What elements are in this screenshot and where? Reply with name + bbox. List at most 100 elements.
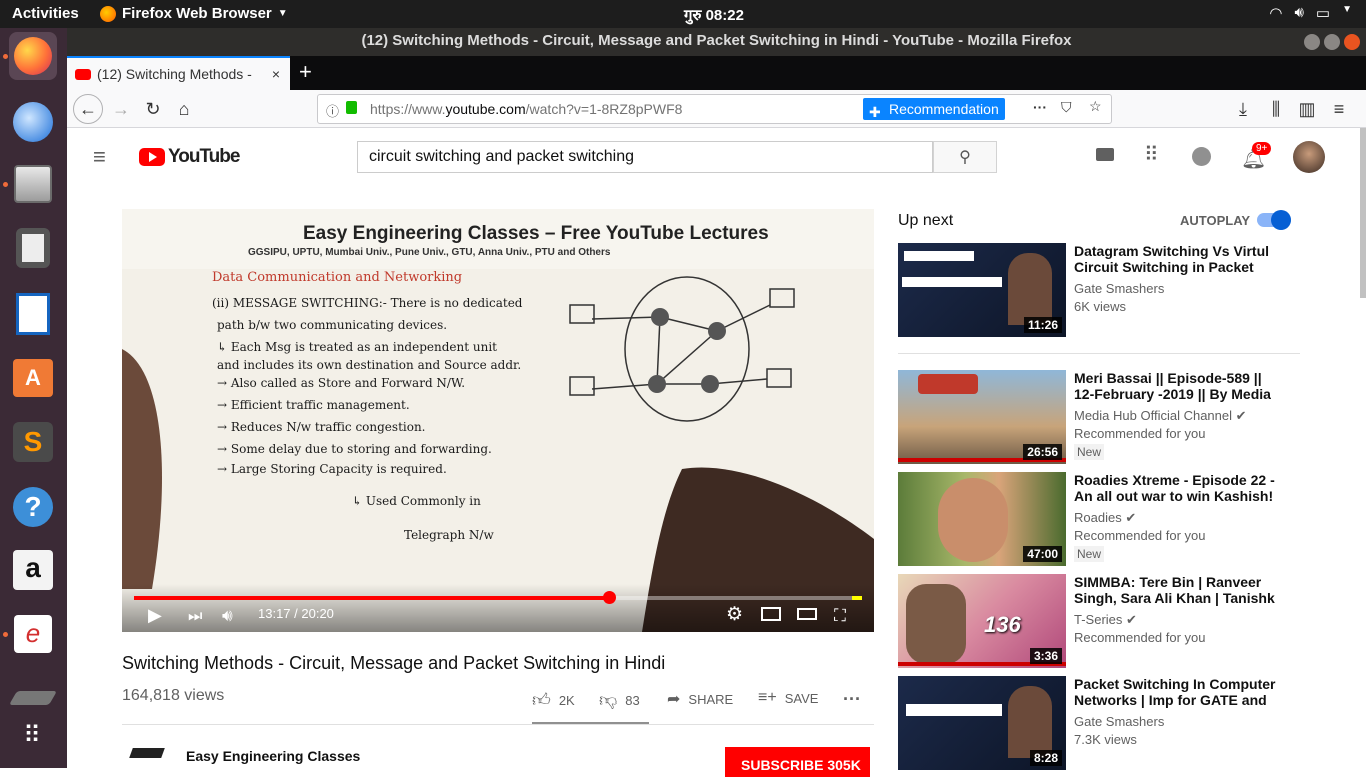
svg-text:Telegraph N/w: Telegraph N/w — [404, 528, 494, 542]
video-thumbnail[interactable]: 11:26 — [898, 243, 1066, 337]
page-actions-icon[interactable]: ··· — [1033, 99, 1047, 115]
rec-title[interactable]: Meri Bassai || Episode-589 || 12-Februar… — [1074, 370, 1284, 402]
dock-firefox[interactable] — [9, 32, 57, 80]
dock-amazon[interactable]: a — [9, 546, 57, 594]
save-button[interactable]: ≡+ SAVE — [758, 689, 818, 707]
hamburger-menu-icon[interactable]: ≡ — [93, 144, 106, 170]
fullscreen-icon[interactable]: ⛶ — [834, 606, 846, 626]
rec-meta: 6K views — [1074, 299, 1127, 314]
miniplayer-icon[interactable] — [761, 607, 781, 621]
show-applications-button[interactable]: ⠿ — [9, 712, 57, 760]
downloads-icon[interactable]: ⤓ — [1229, 95, 1257, 123]
theater-mode-icon[interactable] — [797, 608, 817, 620]
app-menu[interactable]: Firefox Web Browser ▼ — [100, 5, 288, 22]
svg-text:→ Also called as Store and For: → Also called as Store and Forward N/W. — [217, 376, 465, 390]
reload-button[interactable]: ↻ — [139, 95, 167, 123]
dislike-button[interactable]: 👎︎ 83 — [599, 689, 640, 711]
video-duration: 3:36 — [1029, 648, 1062, 664]
new-tab-button[interactable]: + — [299, 59, 312, 85]
next-icon[interactable]: ⏭︎ — [188, 608, 202, 626]
rec-channel[interactable]: Gate Smashers — [1074, 714, 1164, 729]
clock[interactable]: गुरु 08:22 — [684, 5, 744, 25]
activities-button[interactable]: Activities — [12, 5, 79, 22]
close-window-button[interactable] — [1344, 34, 1360, 50]
pocket-icon[interactable]: ⛉ — [1061, 99, 1072, 116]
dock-libreoffice-writer[interactable] — [9, 290, 57, 338]
svg-text:→ Large Storing Capacity is re: → Large Storing Capacity is required. — [217, 462, 447, 476]
rec-meta: Recommended for you — [1074, 630, 1206, 645]
rec-channel[interactable]: Gate Smashers — [1074, 281, 1164, 296]
video-thumbnail[interactable]: 8:28 — [898, 676, 1066, 770]
recommended-video[interactable]: 47:00 Roadies Xtreme - Episode 22 - An a… — [898, 472, 1298, 566]
tab-title: (12) Switching Methods - — [97, 66, 252, 82]
sidebar-icon[interactable]: ▥ — [1293, 95, 1321, 123]
rec-title[interactable]: SIMMBA: Tere Bin | Ranveer Singh, Sara A… — [1074, 574, 1284, 606]
share-button[interactable]: ➦ SHARE — [667, 689, 733, 709]
new-badge: New — [1074, 444, 1105, 460]
library-icon[interactable]: ⫼ — [1262, 95, 1290, 123]
lecture-header-title: Easy Engineering Classes – Free YouTube … — [303, 223, 769, 244]
rec-title[interactable]: Datagram Switching Vs Virtul Circuit Swi… — [1074, 243, 1284, 275]
rec-meta: Recommended for you — [1074, 528, 1206, 543]
apps-grid-icon[interactable]: ⠿ — [1144, 142, 1159, 167]
volume-icon[interactable]: 🔊︎ — [222, 606, 233, 626]
play-icon[interactable]: ▶ — [148, 605, 162, 626]
app-e-icon: e — [14, 615, 52, 653]
wifi-icon: ◠ — [1269, 5, 1283, 22]
recommendation-button[interactable]: ✚ Recommendation — [863, 98, 1005, 120]
settings-gear-icon[interactable]: ⚙ — [726, 603, 743, 626]
rec-channel[interactable]: T-Series ✔ — [1074, 612, 1137, 628]
rec-title[interactable]: Roadies Xtreme - Episode 22 - An all out… — [1074, 472, 1284, 504]
minimize-button[interactable] — [1304, 34, 1320, 50]
playlist-add-icon: ≡+ — [758, 689, 777, 706]
forward-button[interactable]: → — [107, 95, 135, 123]
scrubber-handle[interactable] — [603, 591, 617, 604]
verified-icon: ✔ — [1235, 408, 1247, 423]
video-thumbnail[interactable]: 47:00 — [898, 472, 1066, 566]
create-video-icon[interactable] — [1096, 148, 1114, 161]
autoplay-toggle[interactable] — [1257, 210, 1291, 230]
running-indicator — [3, 632, 8, 637]
page-scrollbar[interactable] — [1360, 128, 1366, 298]
video-thumbnail[interactable]: 136 3:36 — [898, 574, 1066, 668]
rec-title[interactable]: Packet Switching In Computer Networks | … — [1074, 676, 1284, 708]
system-tray[interactable]: ◠ 🔊︎ ▭ ▼ — [1269, 4, 1352, 22]
home-button[interactable]: ⌂ — [170, 95, 198, 123]
recommended-video[interactable]: 8:28 Packet Switching In Computer Networ… — [898, 676, 1298, 770]
dock-rhythmbox[interactable] — [9, 224, 57, 272]
like-button[interactable]: 👍︎ 2K — [532, 689, 575, 711]
dock-thunderbird[interactable] — [9, 98, 57, 146]
video-player[interactable]: Easy Engineering Classes – Free YouTube … — [122, 209, 874, 632]
dock-sublime-text[interactable]: S — [9, 418, 57, 466]
video-thumbnail[interactable]: 26:56 — [898, 370, 1066, 464]
subscribe-button[interactable]: SUBSCRIBE 305K — [725, 747, 870, 777]
back-button[interactable]: ← — [73, 94, 103, 124]
search-input[interactable]: circuit switching and packet switching — [357, 141, 933, 173]
recommended-video[interactable]: 26:56 Meri Bassai || Episode-589 || 12-F… — [898, 370, 1298, 464]
channel-avatar[interactable] — [125, 744, 169, 768]
youtube-logo[interactable]: YouTube — [139, 146, 240, 168]
more-actions-icon[interactable]: ··· — [843, 689, 861, 710]
url-bar[interactable]: ⓘ https://www.youtube.com/watch?v=1-8RZ8… — [317, 94, 1112, 124]
messages-icon[interactable] — [1192, 147, 1211, 166]
recommended-video[interactable]: 136 3:36 SIMMBA: Tere Bin | Ranveer Sing… — [898, 574, 1298, 668]
svg-text:path b/w two communicating dev: path b/w two communicating devices. — [217, 318, 447, 332]
rec-channel[interactable]: Roadies ✔ — [1074, 510, 1136, 526]
lock-icon — [346, 101, 357, 114]
rec-channel[interactable]: Media Hub Official Channel ✔ — [1074, 408, 1247, 424]
bookmark-star-icon[interactable]: ☆ — [1089, 98, 1102, 115]
close-tab-button[interactable]: × — [272, 66, 280, 82]
channel-name[interactable]: Easy Engineering Classes — [186, 748, 360, 764]
menu-icon[interactable]: ≡ — [1325, 95, 1353, 123]
dock-files[interactable] — [9, 160, 57, 208]
progress-bar[interactable] — [134, 591, 862, 604]
search-button[interactable]: ⚲ — [933, 141, 997, 173]
file-cabinet-icon — [14, 165, 52, 203]
dock-software-center[interactable]: A — [9, 354, 57, 402]
dock-help[interactable]: ? — [9, 483, 57, 531]
browser-tab[interactable]: (12) Switching Methods - × — [67, 56, 290, 90]
dock-app-e[interactable]: e — [9, 610, 57, 658]
maximize-button[interactable] — [1324, 34, 1340, 50]
recommended-video[interactable]: 11:26 Datagram Switching Vs Virtul Circu… — [898, 243, 1298, 337]
avatar[interactable] — [1293, 141, 1325, 173]
